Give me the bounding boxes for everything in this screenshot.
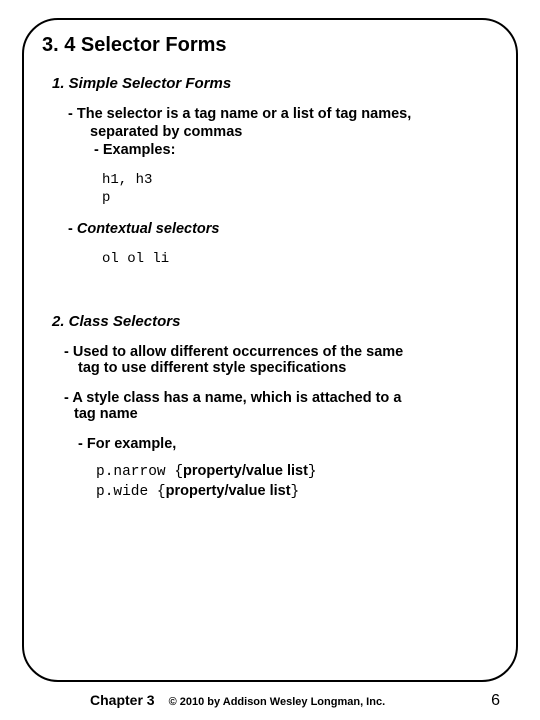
chapter-label: Chapter 3 bbox=[90, 692, 155, 708]
code-narrow-close: } bbox=[308, 464, 317, 480]
code-wide-close: } bbox=[291, 484, 300, 500]
sec2-bullet1-line1: - Used to allow different occurrences of… bbox=[64, 344, 498, 360]
section-2-heading: 2. Class Selectors bbox=[52, 313, 498, 330]
slide-footer: Chapter 3 © 2010 by Addison Wesley Longm… bbox=[0, 692, 540, 710]
code-wide-open: p.wide { bbox=[96, 484, 166, 500]
contextual-label: Contextual selectors bbox=[77, 221, 220, 237]
prop-list-1: property/value list bbox=[183, 463, 308, 479]
code-narrow-open: p.narrow { bbox=[96, 464, 183, 480]
sec1-bullet2: - Examples: bbox=[94, 142, 498, 158]
prop-list-2: property/value list bbox=[166, 483, 291, 499]
class-example-2: p.wide {property/value list} bbox=[96, 482, 498, 503]
dash: - bbox=[68, 221, 77, 237]
sec2-bullet2-line1: - A style class has a name, which is att… bbox=[64, 390, 498, 406]
sec2-bullet3: - For example, bbox=[78, 436, 498, 452]
sec1-bullet1-line2: separated by commas bbox=[90, 124, 498, 140]
code-example-1: h1, h3 p bbox=[102, 172, 498, 207]
section-1-heading: 1. Simple Selector Forms bbox=[52, 75, 498, 92]
copyright-text: © 2010 by Addison Wesley Longman, Inc. bbox=[169, 696, 472, 708]
sec2-bullet1-line2: tag to use different style specification… bbox=[78, 360, 498, 376]
class-example-1: p.narrow {property/value list} bbox=[96, 462, 498, 483]
page-number: 6 bbox=[491, 692, 500, 710]
code-example-2: ol ol li bbox=[102, 251, 498, 269]
slide-title: 3. 4 Selector Forms bbox=[42, 34, 498, 57]
slide-frame: 3. 4 Selector Forms 1. Simple Selector F… bbox=[22, 18, 518, 682]
sec1-bullet1-line1: - The selector is a tag name or a list o… bbox=[68, 106, 498, 122]
sec1-contextual: - Contextual selectors bbox=[68, 221, 498, 237]
sec2-bullet2-line2: tag name bbox=[74, 406, 498, 422]
